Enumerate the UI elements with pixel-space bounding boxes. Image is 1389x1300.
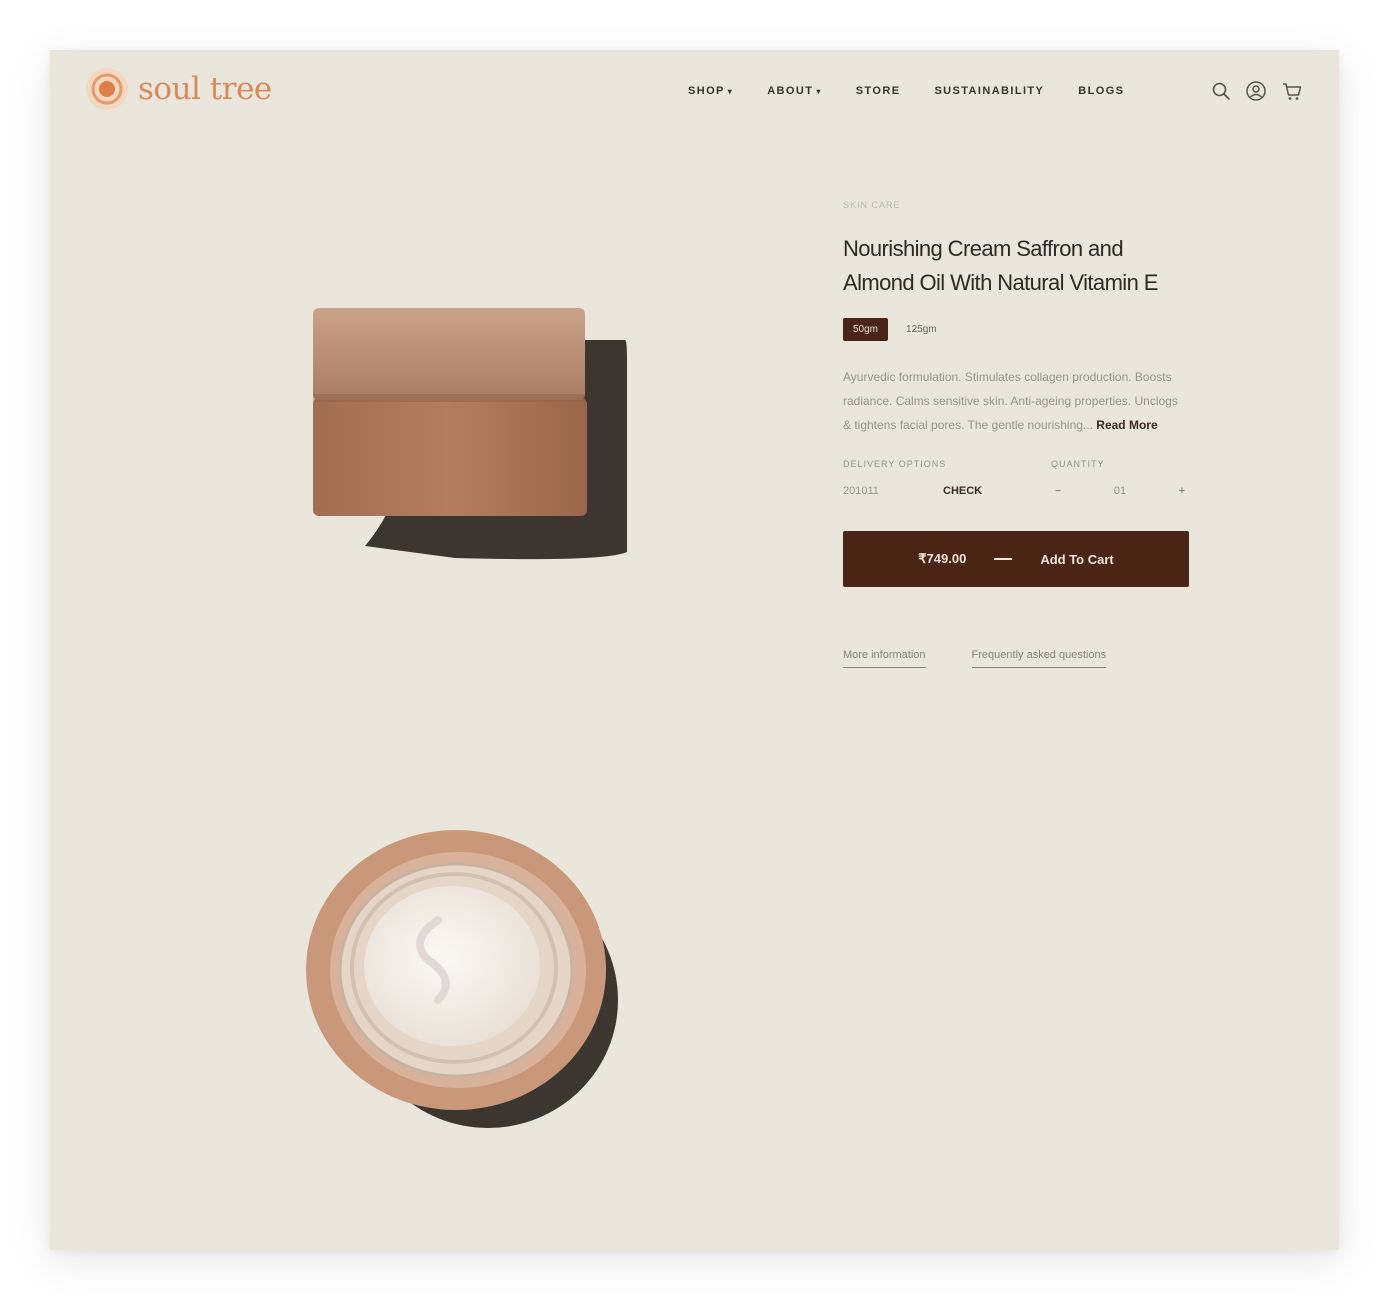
brand-logo[interactable]: soul tree [84, 66, 272, 112]
quantity-value[interactable]: 01 [1114, 485, 1126, 497]
size-selector: 50gm 125gm [843, 318, 1189, 341]
product-image-side[interactable] [305, 300, 635, 570]
nav-item-blogs[interactable]: BLOGS [1078, 85, 1124, 97]
nav-item-label: ABOUT [767, 85, 814, 97]
size-option-125gm[interactable]: 125gm [906, 318, 947, 341]
page-frame: soul tree SHOP ▾ ABOUT ▾ STORE SUSTAINABIL… [50, 50, 1339, 1250]
size-option-50gm[interactable]: 50gm [843, 318, 889, 341]
product-description: Ayurvedic formulation. Stimulates collag… [843, 365, 1189, 437]
price: ₹749.00 [918, 551, 967, 566]
divider [994, 558, 1013, 560]
account-icon[interactable] [1245, 80, 1267, 102]
quantity-stepper: − 01 + [1051, 485, 1189, 497]
breadcrumb[interactable]: SKIN CARE [843, 200, 1189, 212]
quantity-label: QUANTITY [1051, 459, 1105, 469]
chevron-down-icon: ▾ [727, 87, 734, 96]
chevron-down-icon: ▾ [816, 87, 822, 96]
read-more-link[interactable]: Read More [1096, 418, 1157, 432]
nav-item-store[interactable]: STORE [856, 85, 901, 97]
cart-icon[interactable] [1281, 80, 1303, 102]
nav-item-sustainability[interactable]: SUSTAINABILITY [934, 85, 1044, 97]
pincode-input[interactable]: 201011 [843, 485, 943, 497]
delivery-options-label: DELIVERY OPTIONS [843, 459, 947, 469]
faq-link[interactable]: Frequently asked questions [971, 649, 1107, 668]
sun-logo-icon [84, 66, 130, 112]
nav-item-shop[interactable]: SHOP ▾ [688, 85, 733, 97]
nav-item-label: SHOP [688, 85, 725, 97]
add-to-cart-label: Add To Cart [1040, 551, 1114, 567]
nav-item-label: BLOGS [1078, 85, 1125, 97]
increment-button[interactable]: + [1175, 485, 1189, 497]
more-information-link[interactable]: More information [843, 649, 926, 668]
product-info: SKIN CARE Nourishing Cream Saffron and A… [843, 200, 1189, 668]
add-to-cart-button[interactable]: ₹749.00 Add To Cart [843, 531, 1189, 587]
main-nav: SHOP ▾ ABOUT ▾ STORE SUSTAINABILITY BLOGS [688, 85, 1124, 97]
product-title-line1: Nourishing Cream Saffron and [843, 236, 1124, 261]
options-row: 201011 CHECK − 01 + [843, 485, 1189, 497]
product-title: Nourishing Cream Saffron and Almond Oil … [843, 232, 1189, 300]
product-title-line2: Almond Oil With Natural Vitamin E [843, 270, 1158, 295]
nav-item-about[interactable]: ABOUT ▾ [767, 85, 822, 97]
decrement-button[interactable]: − [1051, 485, 1065, 497]
header-actions [1211, 80, 1303, 102]
nav-item-label: SUSTAINABILITY [934, 85, 1045, 97]
options-labels: DELIVERY OPTIONS QUANTITY [843, 459, 1189, 469]
info-links: More information Frequently asked questi… [843, 649, 1189, 668]
check-button[interactable]: CHECK [943, 485, 1051, 497]
search-icon[interactable] [1211, 81, 1231, 101]
nav-item-label: STORE [855, 85, 901, 97]
product-image-top[interactable] [298, 820, 628, 1140]
brand-name: soul tree [138, 71, 272, 107]
